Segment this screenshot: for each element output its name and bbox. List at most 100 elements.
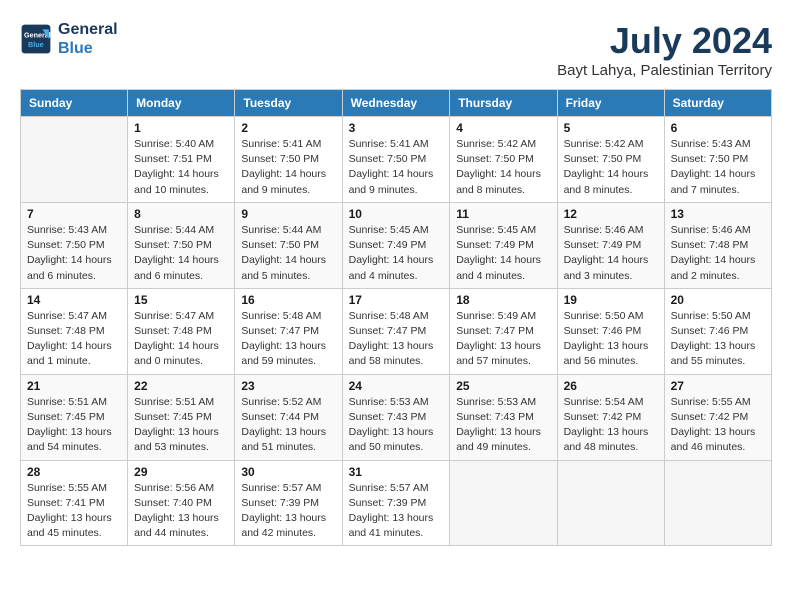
day-info: Sunrise: 5:40 AM Sunset: 7:51 PM Dayligh… [134,137,228,198]
day-number: 21 [27,379,121,393]
calendar-header-row: SundayMondayTuesdayWednesdayThursdayFrid… [21,90,772,117]
day-number: 11 [456,207,550,221]
day-info: Sunrise: 5:51 AM Sunset: 7:45 PM Dayligh… [27,395,121,456]
day-number: 1 [134,121,228,135]
calendar-cell: 13 Sunrise: 5:46 AM Sunset: 7:48 PM Dayli… [664,202,771,288]
calendar-cell: 24 Sunrise: 5:53 AM Sunset: 7:43 PM Dayli… [342,374,450,460]
day-info: Sunrise: 5:42 AM Sunset: 7:50 PM Dayligh… [456,137,550,198]
calendar-cell [21,117,128,203]
calendar-cell: 30Sunrise: 5:57 AM Sunset: 7:39 PM Dayli… [235,460,342,546]
calendar-cell: 4 Sunrise: 5:42 AM Sunset: 7:50 PM Daylig… [450,117,557,203]
logo: General Blue General Blue [20,20,118,58]
day-info: Sunrise: 5:50 AM Sunset: 7:46 PM Dayligh… [564,309,658,370]
day-info: Sunrise: 5:44 AM Sunset: 7:50 PM Dayligh… [241,223,335,284]
calendar-cell: 26Sunrise: 5:54 AM Sunset: 7:42 PM Dayli… [557,374,664,460]
day-number: 19 [564,293,658,307]
header-sunday: Sunday [21,90,128,117]
calendar-cell: 18 Sunrise: 5:49 AM Sunset: 7:47 PM Dayli… [450,288,557,374]
day-info: Sunrise: 5:56 AM Sunset: 7:40 PM Dayligh… [134,481,228,542]
day-number: 23 [241,379,335,393]
calendar-cell: 21 Sunrise: 5:51 AM Sunset: 7:45 PM Dayli… [21,374,128,460]
calendar-cell: 1 Sunrise: 5:40 AM Sunset: 7:51 PM Daylig… [128,117,235,203]
day-info: Sunrise: 5:51 AM Sunset: 7:45 PM Dayligh… [134,395,228,456]
day-number: 18 [456,293,550,307]
day-info: Sunrise: 5:47 AM Sunset: 7:48 PM Dayligh… [27,309,121,370]
calendar-cell: 14 Sunrise: 5:47 AM Sunset: 7:48 PM Dayli… [21,288,128,374]
day-number: 5 [564,121,658,135]
header-monday: Monday [128,90,235,117]
day-number: 29 [134,465,228,479]
day-info: Sunrise: 5:41 AM Sunset: 7:50 PM Dayligh… [349,137,444,198]
day-number: 9 [241,207,335,221]
day-info: Sunrise: 5:43 AM Sunset: 7:50 PM Dayligh… [671,137,765,198]
day-number: 7 [27,207,121,221]
day-number: 28 [27,465,121,479]
calendar-cell: 25 Sunrise: 5:53 AM Sunset: 7:43 PM Dayli… [450,374,557,460]
header-friday: Friday [557,90,664,117]
day-info: Sunrise: 5:53 AM Sunset: 7:43 PM Dayligh… [456,395,550,456]
day-number: 14 [27,293,121,307]
day-number: 31 [349,465,444,479]
header-thursday: Thursday [450,90,557,117]
day-info: Sunrise: 5:55 AM Sunset: 7:42 PM Dayligh… [671,395,765,456]
day-info: Sunrise: 5:47 AM Sunset: 7:48 PM Dayligh… [134,309,228,370]
day-info: Sunrise: 5:52 AM Sunset: 7:44 PM Dayligh… [241,395,335,456]
day-info: Sunrise: 5:46 AM Sunset: 7:48 PM Dayligh… [671,223,765,284]
day-info: Sunrise: 5:50 AM Sunset: 7:46 PM Dayligh… [671,309,765,370]
header-tuesday: Tuesday [235,90,342,117]
calendar-cell: 12 Sunrise: 5:46 AM Sunset: 7:49 PM Dayli… [557,202,664,288]
calendar-cell: 9 Sunrise: 5:44 AM Sunset: 7:50 PM Daylig… [235,202,342,288]
day-number: 6 [671,121,765,135]
logo-icon: General Blue [20,23,52,55]
day-info: Sunrise: 5:49 AM Sunset: 7:47 PM Dayligh… [456,309,550,370]
calendar-cell [557,460,664,546]
logo-blue: Blue [58,39,118,58]
header-wednesday: Wednesday [342,90,450,117]
day-info: Sunrise: 5:45 AM Sunset: 7:49 PM Dayligh… [349,223,444,284]
day-info: Sunrise: 5:44 AM Sunset: 7:50 PM Dayligh… [134,223,228,284]
day-info: Sunrise: 5:48 AM Sunset: 7:47 PM Dayligh… [349,309,444,370]
calendar-cell: 11Sunrise: 5:45 AM Sunset: 7:49 PM Dayli… [450,202,557,288]
day-info: Sunrise: 5:54 AM Sunset: 7:42 PM Dayligh… [564,395,658,456]
day-info: Sunrise: 5:57 AM Sunset: 7:39 PM Dayligh… [349,481,444,542]
day-info: Sunrise: 5:48 AM Sunset: 7:47 PM Dayligh… [241,309,335,370]
day-info: Sunrise: 5:43 AM Sunset: 7:50 PM Dayligh… [27,223,121,284]
calendar-cell: 8Sunrise: 5:44 AM Sunset: 7:50 PM Daylig… [128,202,235,288]
calendar-cell: 5 Sunrise: 5:42 AM Sunset: 7:50 PM Daylig… [557,117,664,203]
header-saturday: Saturday [664,90,771,117]
day-number: 13 [671,207,765,221]
day-number: 15 [134,293,228,307]
calendar-cell: 19 Sunrise: 5:50 AM Sunset: 7:46 PM Dayli… [557,288,664,374]
day-number: 25 [456,379,550,393]
calendar-cell: 15 Sunrise: 5:47 AM Sunset: 7:48 PM Dayli… [128,288,235,374]
calendar-cell: 10 Sunrise: 5:45 AM Sunset: 7:49 PM Dayli… [342,202,450,288]
day-info: Sunrise: 5:53 AM Sunset: 7:43 PM Dayligh… [349,395,444,456]
calendar-cell: 3 Sunrise: 5:41 AM Sunset: 7:50 PM Daylig… [342,117,450,203]
calendar-week-1: 1 Sunrise: 5:40 AM Sunset: 7:51 PM Daylig… [21,117,772,203]
calendar-week-4: 21 Sunrise: 5:51 AM Sunset: 7:45 PM Dayli… [21,374,772,460]
calendar-cell: 7 Sunrise: 5:43 AM Sunset: 7:50 PM Daylig… [21,202,128,288]
day-number: 30 [241,465,335,479]
day-number: 16 [241,293,335,307]
calendar-cell: 23 Sunrise: 5:52 AM Sunset: 7:44 PM Dayli… [235,374,342,460]
title-block: July 2024 Bayt Lahya, Palestinian Territ… [557,20,772,79]
day-number: 22 [134,379,228,393]
logo-general: General [58,20,118,39]
page-header: General Blue General Blue July 2024 Bayt… [20,20,772,79]
calendar-cell: 29 Sunrise: 5:56 AM Sunset: 7:40 PM Dayli… [128,460,235,546]
day-info: Sunrise: 5:42 AM Sunset: 7:50 PM Dayligh… [564,137,658,198]
day-number: 4 [456,121,550,135]
day-info: Sunrise: 5:46 AM Sunset: 7:49 PM Dayligh… [564,223,658,284]
day-number: 12 [564,207,658,221]
calendar-cell: 6 Sunrise: 5:43 AM Sunset: 7:50 PM Daylig… [664,117,771,203]
calendar-table: SundayMondayTuesdayWednesdayThursdayFrid… [20,89,772,546]
calendar-cell [664,460,771,546]
day-info: Sunrise: 5:55 AM Sunset: 7:41 PM Dayligh… [27,481,121,542]
day-number: 10 [349,207,444,221]
calendar-cell: 22 Sunrise: 5:51 AM Sunset: 7:45 PM Dayli… [128,374,235,460]
day-number: 17 [349,293,444,307]
day-number: 24 [349,379,444,393]
calendar-cell: 16 Sunrise: 5:48 AM Sunset: 7:47 PM Dayli… [235,288,342,374]
month-title: July 2024 [557,20,772,62]
day-number: 3 [349,121,444,135]
